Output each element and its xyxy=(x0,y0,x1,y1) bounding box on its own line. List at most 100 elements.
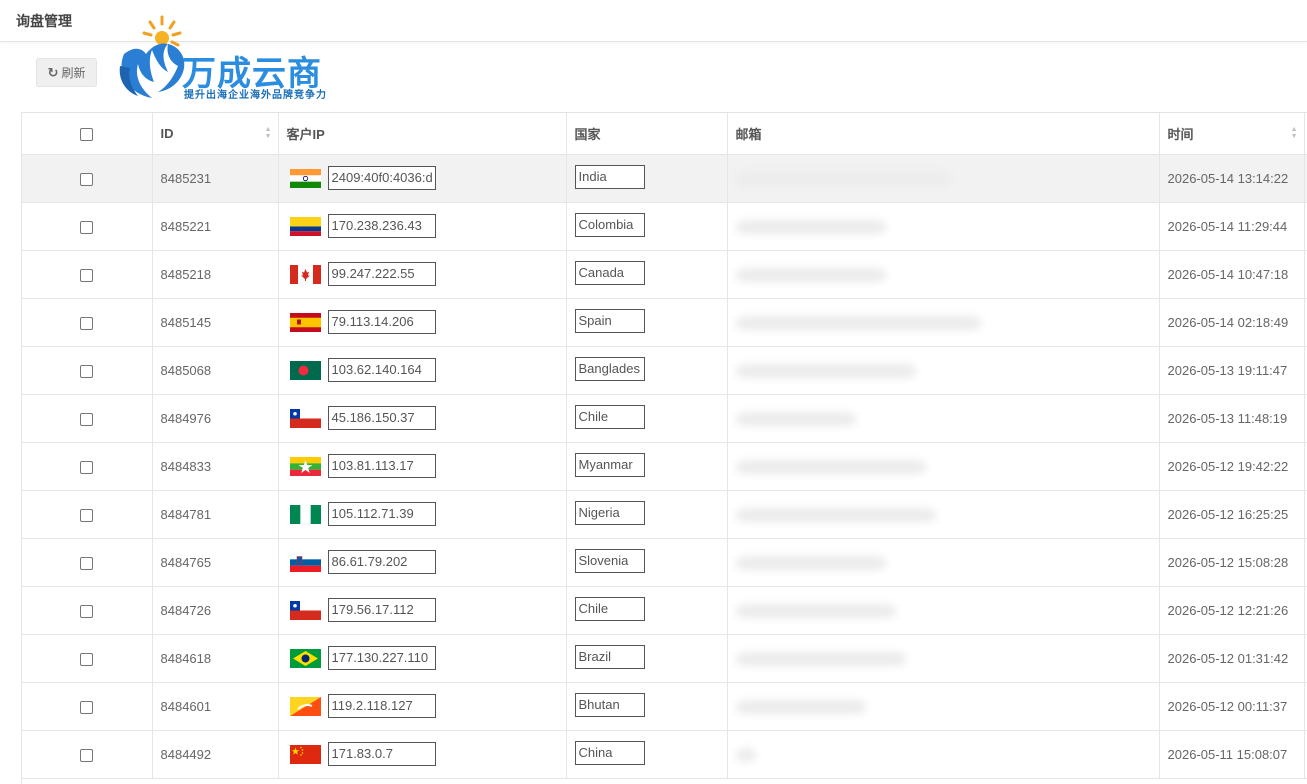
table-row[interactable]: 8484618 177.130.227.110 Brazil 2026-05-1… xyxy=(22,634,1307,683)
row-checkbox[interactable] xyxy=(80,364,94,378)
sort-icon[interactable]: ▲ ▼ xyxy=(265,126,272,140)
table-row[interactable]: 8484492 171.83.0.7 China 2026-05-11 15:0… xyxy=(22,730,1307,779)
logo-mark-icon xyxy=(119,15,185,98)
row-time: 2026-05-12 12:21:26 xyxy=(1159,586,1305,635)
ip-field: 105.112.71.39 xyxy=(327,502,436,526)
row-id: 8484726 xyxy=(152,586,279,635)
select-all-checkbox[interactable] xyxy=(80,127,94,141)
ip-field: 171.83.0.7 xyxy=(327,742,436,766)
country-field: Nigeria xyxy=(574,500,645,525)
country-field: Slovenia xyxy=(574,548,645,573)
row-id: 8485218 xyxy=(152,250,279,299)
country-field: Chile xyxy=(574,404,645,429)
email-blurred xyxy=(735,219,886,234)
row-time: 2026-05-12 15:08:28 xyxy=(1159,538,1305,587)
myanmar-flag-icon xyxy=(289,456,321,476)
ip-field: 45.186.150.37 xyxy=(327,406,436,430)
row-checkbox[interactable] xyxy=(80,172,94,186)
row-time: 2026-05-14 11:29:44 xyxy=(1159,202,1305,251)
table-row[interactable]: 8484976 45.186.150.37 Chile 2026-05-13 1… xyxy=(22,394,1307,443)
bhutan-flag-icon xyxy=(289,696,321,716)
row-id: 8485145 xyxy=(152,298,279,347)
row-checkbox[interactable] xyxy=(80,556,94,570)
column-header-id[interactable]: ID ▲ ▼ xyxy=(152,113,279,155)
ip-field: 103.62.140.164 xyxy=(327,358,436,382)
row-checkbox[interactable] xyxy=(80,460,94,474)
ip-field: 86.61.79.202 xyxy=(327,550,436,574)
table-row[interactable]: 8485145 79.113.14.206 Spain 2026-05-14 0… xyxy=(22,298,1307,347)
row-checkbox[interactable] xyxy=(80,220,94,234)
logo-subtitle: 提升出海企业海外品牌竞争力 xyxy=(184,90,327,101)
refresh-icon: ↻ xyxy=(47,64,59,80)
table-row[interactable]: 8485218 99.247.222.55 Canada 2026-05-14 … xyxy=(22,250,1307,299)
column-header-time[interactable]: 时间 ▲ ▼ xyxy=(1159,113,1305,155)
chile-flag-icon xyxy=(289,600,321,620)
refresh-button-label: 刷新 xyxy=(61,66,86,80)
spain-flag-icon xyxy=(289,312,321,332)
table-row[interactable]: 8485221 170.238.236.43 Colombia 2026-05-… xyxy=(22,202,1307,251)
email-blurred xyxy=(735,747,756,762)
row-time: 2026-05-12 16:25:25 xyxy=(1159,490,1305,539)
row-time: 2026-05-14 10:47:18 xyxy=(1159,250,1305,299)
ip-field: 119.2.118.127 xyxy=(327,694,436,718)
ip-field: 99.247.222.55 xyxy=(327,262,436,286)
column-header-ip: 客户IP xyxy=(278,113,567,155)
ip-field: 79.113.14.206 xyxy=(327,310,436,334)
chile-flag-icon xyxy=(289,408,321,428)
ip-field: 177.130.227.110 xyxy=(327,646,436,670)
row-checkbox[interactable] xyxy=(80,652,94,666)
row-checkbox[interactable] xyxy=(80,748,94,762)
table-row[interactable]: 8484781 105.112.71.39 Nigeria 2026-05-12… xyxy=(22,490,1307,539)
email-blurred xyxy=(735,459,926,474)
canada-flag-icon xyxy=(289,264,321,284)
email-blurred xyxy=(735,651,906,666)
row-id: 8485068 xyxy=(152,346,279,395)
table-header-row: ID ▲ ▼ 客户IP 国家 邮箱 时间 ▲ ▼ xyxy=(22,113,1307,155)
colombia-flag-icon xyxy=(289,216,321,236)
row-id: 8485231 xyxy=(152,154,279,203)
row-id: 8484765 xyxy=(152,538,279,587)
email-blurred xyxy=(735,267,886,282)
country-field: Banglades xyxy=(574,356,645,381)
row-checkbox[interactable] xyxy=(80,268,94,282)
country-field: Brazil xyxy=(574,644,645,669)
email-blurred xyxy=(735,507,936,522)
sort-icon[interactable]: ▲ ▼ xyxy=(1291,126,1298,140)
country-field: Canada xyxy=(574,260,645,285)
row-time: 2026-05-11 15:08:07 xyxy=(1159,730,1305,779)
row-checkbox[interactable] xyxy=(80,700,94,714)
row-id: 8484492 xyxy=(152,730,279,779)
table-row[interactable]: 8484601 119.2.118.127 Bhutan 2026-05-12 … xyxy=(22,682,1307,731)
row-checkbox[interactable] xyxy=(80,412,94,426)
email-blurred xyxy=(735,699,866,714)
table-row[interactable]: 8485231 2409:40f0:4036:d India 2026-05-1… xyxy=(22,154,1307,203)
country-field: China xyxy=(574,740,645,765)
row-time: 2026-05-13 11:48:19 xyxy=(1159,394,1305,443)
country-field: Spain xyxy=(574,308,645,333)
email-blurred xyxy=(735,555,886,570)
row-id: 8484833 xyxy=(152,442,279,491)
row-checkbox[interactable] xyxy=(80,316,94,330)
table-row[interactable]: 8484726 179.56.17.112 Chile 2026-05-12 1… xyxy=(22,586,1307,635)
table-row[interactable]: 8485068 103.62.140.164 Banglades 2026-05… xyxy=(22,346,1307,395)
country-field: Colombia xyxy=(574,212,645,237)
row-id: 8484976 xyxy=(152,394,279,443)
column-header-email: 邮箱 xyxy=(727,113,1160,155)
table-row[interactable]: 8484765 86.61.79.202 Slovenia 2026-05-12… xyxy=(22,538,1307,587)
row-time: 2026-05-12 00:11:37 xyxy=(1159,682,1305,731)
row-checkbox[interactable] xyxy=(80,508,94,522)
row-time: 2026-05-14 13:14:22 xyxy=(1159,154,1305,203)
brazil-flag-icon xyxy=(289,648,321,668)
row-time: 2026-05-12 19:42:22 xyxy=(1159,442,1305,491)
china-flag-icon xyxy=(289,744,321,764)
ip-field: 2409:40f0:4036:d xyxy=(327,166,436,190)
row-checkbox[interactable] xyxy=(80,604,94,618)
country-field: Myanmar xyxy=(574,452,645,477)
inquiry-table: ID ▲ ▼ 客户IP 国家 邮箱 时间 ▲ ▼ 8485231 2409:40f0:4… xyxy=(21,112,1307,784)
row-id: 8484781 xyxy=(152,490,279,539)
country-field: India xyxy=(574,164,645,189)
email-blurred xyxy=(735,171,951,186)
table-row[interactable]: 8484833 103.81.113.17 Myanmar 2026-05-12… xyxy=(22,442,1307,491)
refresh-button[interactable]: ↻ 刷新 xyxy=(36,58,97,87)
email-blurred xyxy=(735,411,856,426)
